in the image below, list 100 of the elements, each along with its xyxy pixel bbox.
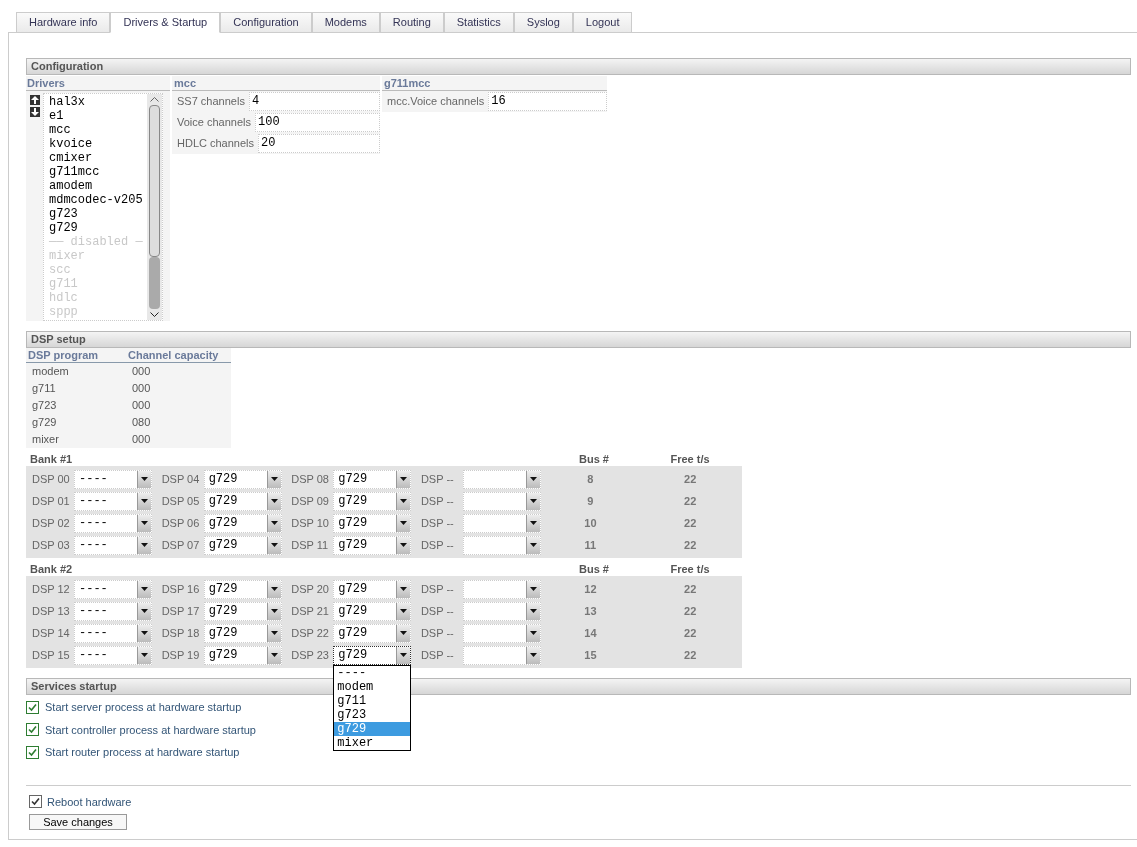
dropdown[interactable] <box>462 469 541 489</box>
dsp-label: DSP 04 <box>160 471 201 487</box>
caret-icon <box>266 624 281 642</box>
input-field[interactable]: 20 <box>258 134 380 153</box>
dropdown[interactable]: g729 <box>203 601 282 621</box>
save-button[interactable]: Save changes <box>29 814 127 830</box>
dsp-label: DSP 02 <box>31 515 71 531</box>
dropdown[interactable]: g729 <box>203 623 282 643</box>
driver-item[interactable]: hal3x <box>49 95 147 109</box>
dropdown-option[interactable]: g723 <box>334 707 411 722</box>
table-cell-text: modem <box>31 364 70 380</box>
dropdown[interactable]: ---- <box>74 513 152 533</box>
dropdown[interactable]: g729 <box>333 645 412 665</box>
dropdown[interactable]: ---- <box>74 535 152 555</box>
dsp-label: DSP 00 <box>31 471 71 487</box>
checkbox[interactable] <box>26 745 39 759</box>
driver-item[interactable]: mcc <box>49 123 147 137</box>
dropdown[interactable]: g729 <box>333 623 412 643</box>
driver-item[interactable]: e1 <box>49 109 147 123</box>
dsp-label: DSP 13 <box>31 603 71 619</box>
driver-item[interactable]: kvoice <box>49 137 147 151</box>
table-cell-text: 000 <box>131 432 151 448</box>
dropdown[interactable]: ---- <box>74 579 152 599</box>
dropdown[interactable]: ---- <box>74 469 152 489</box>
caret-icon <box>525 602 540 620</box>
input-field[interactable]: 100 <box>255 113 380 132</box>
dropdown[interactable]: ---- <box>74 491 152 511</box>
caret-icon <box>266 514 281 532</box>
dropdown[interactable]: g729 <box>203 535 282 555</box>
input-field[interactable]: 16 <box>488 92 607 111</box>
tab[interactable]: Routing <box>379 12 444 33</box>
bank-title: Bank #2 <box>29 562 74 578</box>
dropdown[interactable]: g729 <box>333 579 412 599</box>
driver-item[interactable]: g711mcc <box>49 165 147 179</box>
dropdown[interactable]: g729 <box>333 491 412 511</box>
scrollbar-thumb[interactable] <box>149 105 160 257</box>
driver-item[interactable]: amodem <box>49 179 147 193</box>
dsp-label: DSP 23 <box>290 647 330 663</box>
caret-icon <box>525 514 540 532</box>
dropdown[interactable] <box>462 491 541 511</box>
dropdown[interactable] <box>462 645 541 665</box>
dropdown[interactable] <box>462 535 541 555</box>
dropdown[interactable]: g729 <box>203 513 282 533</box>
dsp-label: DSP 22 <box>290 625 330 641</box>
dropdown[interactable]: g729 <box>333 535 412 555</box>
bus-number: 9 <box>586 493 595 509</box>
dropdown-option[interactable]: modem <box>334 679 411 694</box>
move-down-icon[interactable] <box>30 107 40 117</box>
dsp-label: DSP 19 <box>160 647 201 663</box>
tab[interactable]: Hardware info <box>16 12 111 33</box>
dropdown[interactable]: g729 <box>203 645 282 665</box>
driver-item[interactable]: mdmcodec-v205 <box>49 193 147 207</box>
dropdown[interactable] <box>462 579 541 599</box>
tab[interactable]: Logout <box>572 12 633 33</box>
dropdown-option[interactable]: ---- <box>334 665 411 680</box>
column-header: mcc <box>172 76 380 91</box>
scrollbar[interactable] <box>147 94 162 320</box>
input-field[interactable]: 4 <box>248 92 380 111</box>
caret-icon <box>266 470 281 488</box>
driver-item[interactable]: g723 <box>49 207 147 221</box>
bus-number: 15 <box>583 647 598 663</box>
caret-icon <box>137 602 151 620</box>
dsp-label: DSP 10 <box>290 515 330 531</box>
dropdown[interactable]: g729 <box>333 469 412 489</box>
table-cell-text: 000 <box>131 381 151 397</box>
column-header: Free t/s <box>669 562 711 578</box>
tab[interactable]: Drivers & Startup <box>110 12 221 33</box>
scroll-up-icon[interactable] <box>150 97 159 102</box>
tab[interactable]: Syslog <box>513 12 573 33</box>
dsp-label: DSP 11 <box>290 537 330 553</box>
driver-item[interactable]: cmixer <box>49 151 147 165</box>
move-up-icon[interactable] <box>30 95 40 105</box>
dropdown[interactable]: g729 <box>203 579 282 599</box>
scroll-down-icon[interactable] <box>150 312 159 317</box>
dsp-label: DSP 01 <box>31 493 71 509</box>
tab[interactable]: Configuration <box>220 12 312 33</box>
tab[interactable]: Statistics <box>443 12 514 33</box>
driver-item[interactable]: g729 <box>49 221 147 235</box>
table-cell-text: 080 <box>131 415 151 431</box>
checkbox[interactable] <box>29 795 42 809</box>
tab[interactable]: Modems <box>311 12 380 33</box>
free-slots: 22 <box>638 536 742 554</box>
dropdown[interactable] <box>462 601 541 621</box>
checkbox[interactable] <box>26 700 39 714</box>
checkbox-label: Start controller process at hardware startup <box>45 722 256 738</box>
dropdown[interactable]: g729 <box>333 601 412 621</box>
dropdown-option[interactable]: mixer <box>334 735 411 750</box>
dsp-label: DSP 06 <box>160 515 201 531</box>
dropdown[interactable]: ---- <box>74 623 152 643</box>
checkbox[interactable] <box>26 723 39 737</box>
dropdown[interactable] <box>462 623 541 643</box>
dropdown[interactable]: ---- <box>74 645 152 665</box>
table-cell-text: g723 <box>31 398 58 414</box>
bus-number: 10 <box>583 515 598 531</box>
dropdown[interactable] <box>462 513 541 533</box>
dropdown[interactable]: ---- <box>74 601 152 621</box>
dropdown[interactable]: g729 <box>203 491 282 511</box>
dropdown-option[interactable]: g711 <box>334 693 411 708</box>
dropdown[interactable]: g729 <box>203 469 282 489</box>
dropdown[interactable]: g729 <box>333 513 412 533</box>
